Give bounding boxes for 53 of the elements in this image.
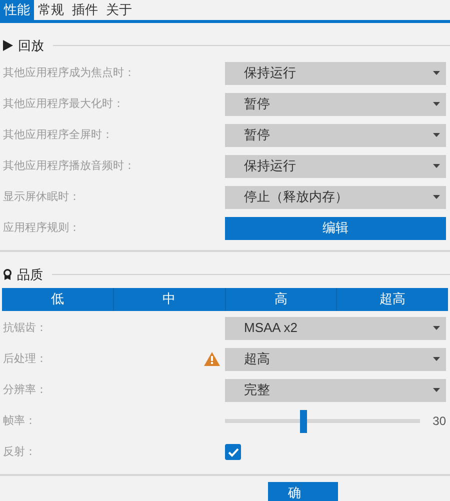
dropdown-value: 保持运行 xyxy=(244,64,296,82)
dropdown-caret-icon xyxy=(433,71,440,75)
slider-value: 30 xyxy=(432,413,446,430)
section-title: 回放 xyxy=(18,36,44,55)
dropdown[interactable]: 保持运行 xyxy=(225,62,446,84)
dropdown[interactable]: MSAA x2 xyxy=(225,316,446,340)
tab[interactable]: 常规 xyxy=(34,0,68,20)
dropdown[interactable]: 停止（释放内存） xyxy=(225,186,446,208)
dropdown-caret-icon xyxy=(433,102,440,106)
setting-label: 其他应用程序播放音频时： xyxy=(3,158,136,174)
dropdown[interactable]: 超高 xyxy=(225,348,446,370)
setting-label: 应用程序规则： xyxy=(3,220,81,236)
quality-preset-button[interactable]: 中 xyxy=(112,288,224,310)
play-icon xyxy=(3,40,13,51)
setting-label: 帧率： xyxy=(3,414,37,429)
dropdown[interactable]: 暂停 xyxy=(225,92,446,116)
setting-label: 其他应用程序全屏时： xyxy=(3,128,114,143)
setting-label: 显示屏休眠时： xyxy=(3,190,81,205)
award-icon xyxy=(3,269,12,280)
tab[interactable]: 插件 xyxy=(68,0,102,20)
dropdown-value: 保持运行 xyxy=(244,157,296,176)
dropdown-caret-icon xyxy=(433,357,440,361)
confirm-button[interactable]: 确 xyxy=(268,482,338,501)
setting-label: 抗锯齿： xyxy=(3,320,48,336)
section-title: 品质 xyxy=(17,266,43,284)
dropdown-caret-icon xyxy=(433,326,440,330)
setting-label: 反射： xyxy=(3,444,37,460)
slider-thumb[interactable] xyxy=(300,410,307,432)
dropdown[interactable]: 完整 xyxy=(225,378,446,402)
dropdown-value: 停止（释放内存） xyxy=(244,188,348,206)
dropdown-caret-icon xyxy=(433,195,440,199)
edit-button[interactable]: 编辑 xyxy=(225,216,446,240)
dropdown-caret-icon xyxy=(433,133,440,137)
setting-label: 其他应用程序最大化时： xyxy=(3,96,125,112)
tab[interactable]: 关于 xyxy=(102,0,136,20)
dropdown-value: MSAA x2 xyxy=(244,319,298,338)
dropdown-value: 暂停 xyxy=(244,95,270,114)
tab[interactable]: 性能 xyxy=(0,0,34,20)
setting-label: 分辨率： xyxy=(3,382,48,398)
quality-preset-button[interactable]: 高 xyxy=(224,288,336,310)
checkbox[interactable] xyxy=(225,444,241,460)
setting-label: 后处理： xyxy=(3,352,48,367)
setting-label: 其他应用程序成为焦点时： xyxy=(3,66,136,81)
dropdown-caret-icon xyxy=(433,388,440,392)
slider[interactable] xyxy=(225,410,420,432)
dropdown-caret-icon xyxy=(433,164,440,168)
dropdown-value: 暂停 xyxy=(244,126,270,144)
dropdown-value: 完整 xyxy=(244,381,270,400)
quality-preset-button[interactable]: 低 xyxy=(2,288,113,310)
dropdown-value: 超高 xyxy=(244,350,270,368)
dropdown[interactable]: 保持运行 xyxy=(225,154,446,178)
dropdown[interactable]: 暂停 xyxy=(225,124,446,146)
quality-preset-button[interactable]: 超高 xyxy=(336,288,448,310)
